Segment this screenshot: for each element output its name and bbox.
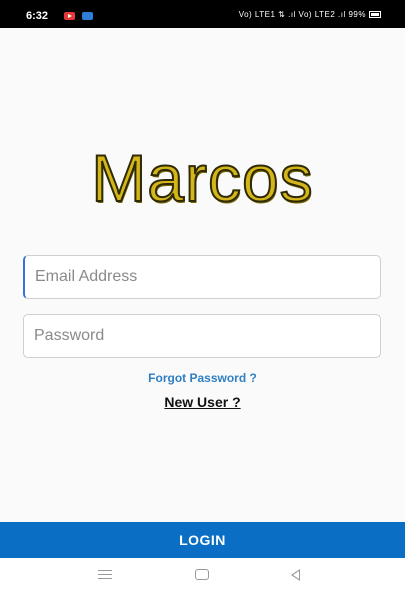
app-logo: Marcos <box>90 140 314 216</box>
new-user-link[interactable]: New User ? <box>0 394 405 410</box>
signal-status-text: Vo) LTE1 ⇅ .ıl Vo) LTE2 .ıl 99% <box>238 10 366 19</box>
password-field[interactable] <box>23 314 381 358</box>
back-icon[interactable] <box>291 569 300 581</box>
menu-icon[interactable] <box>98 570 112 579</box>
home-icon[interactable] <box>195 569 209 580</box>
status-time: 6:32 <box>26 10 49 22</box>
navigation-bar <box>0 558 405 592</box>
message-icon <box>82 12 93 20</box>
email-field[interactable] <box>23 255 381 299</box>
login-button[interactable]: LOGIN <box>0 522 405 558</box>
status-bar: 6:32 Vo) LTE1 ⇅ .ıl Vo) LTE2 .ıl 99% <box>0 0 405 28</box>
youtube-icon <box>64 12 75 20</box>
status-indicators: Vo) LTE1 ⇅ .ıl Vo) LTE2 .ıl 99% <box>239 10 381 19</box>
battery-icon <box>369 11 381 19</box>
login-screen: Marcos Forgot Password ? New User ? <box>0 28 405 522</box>
forgot-password-link[interactable]: Forgot Password ? <box>0 371 405 385</box>
